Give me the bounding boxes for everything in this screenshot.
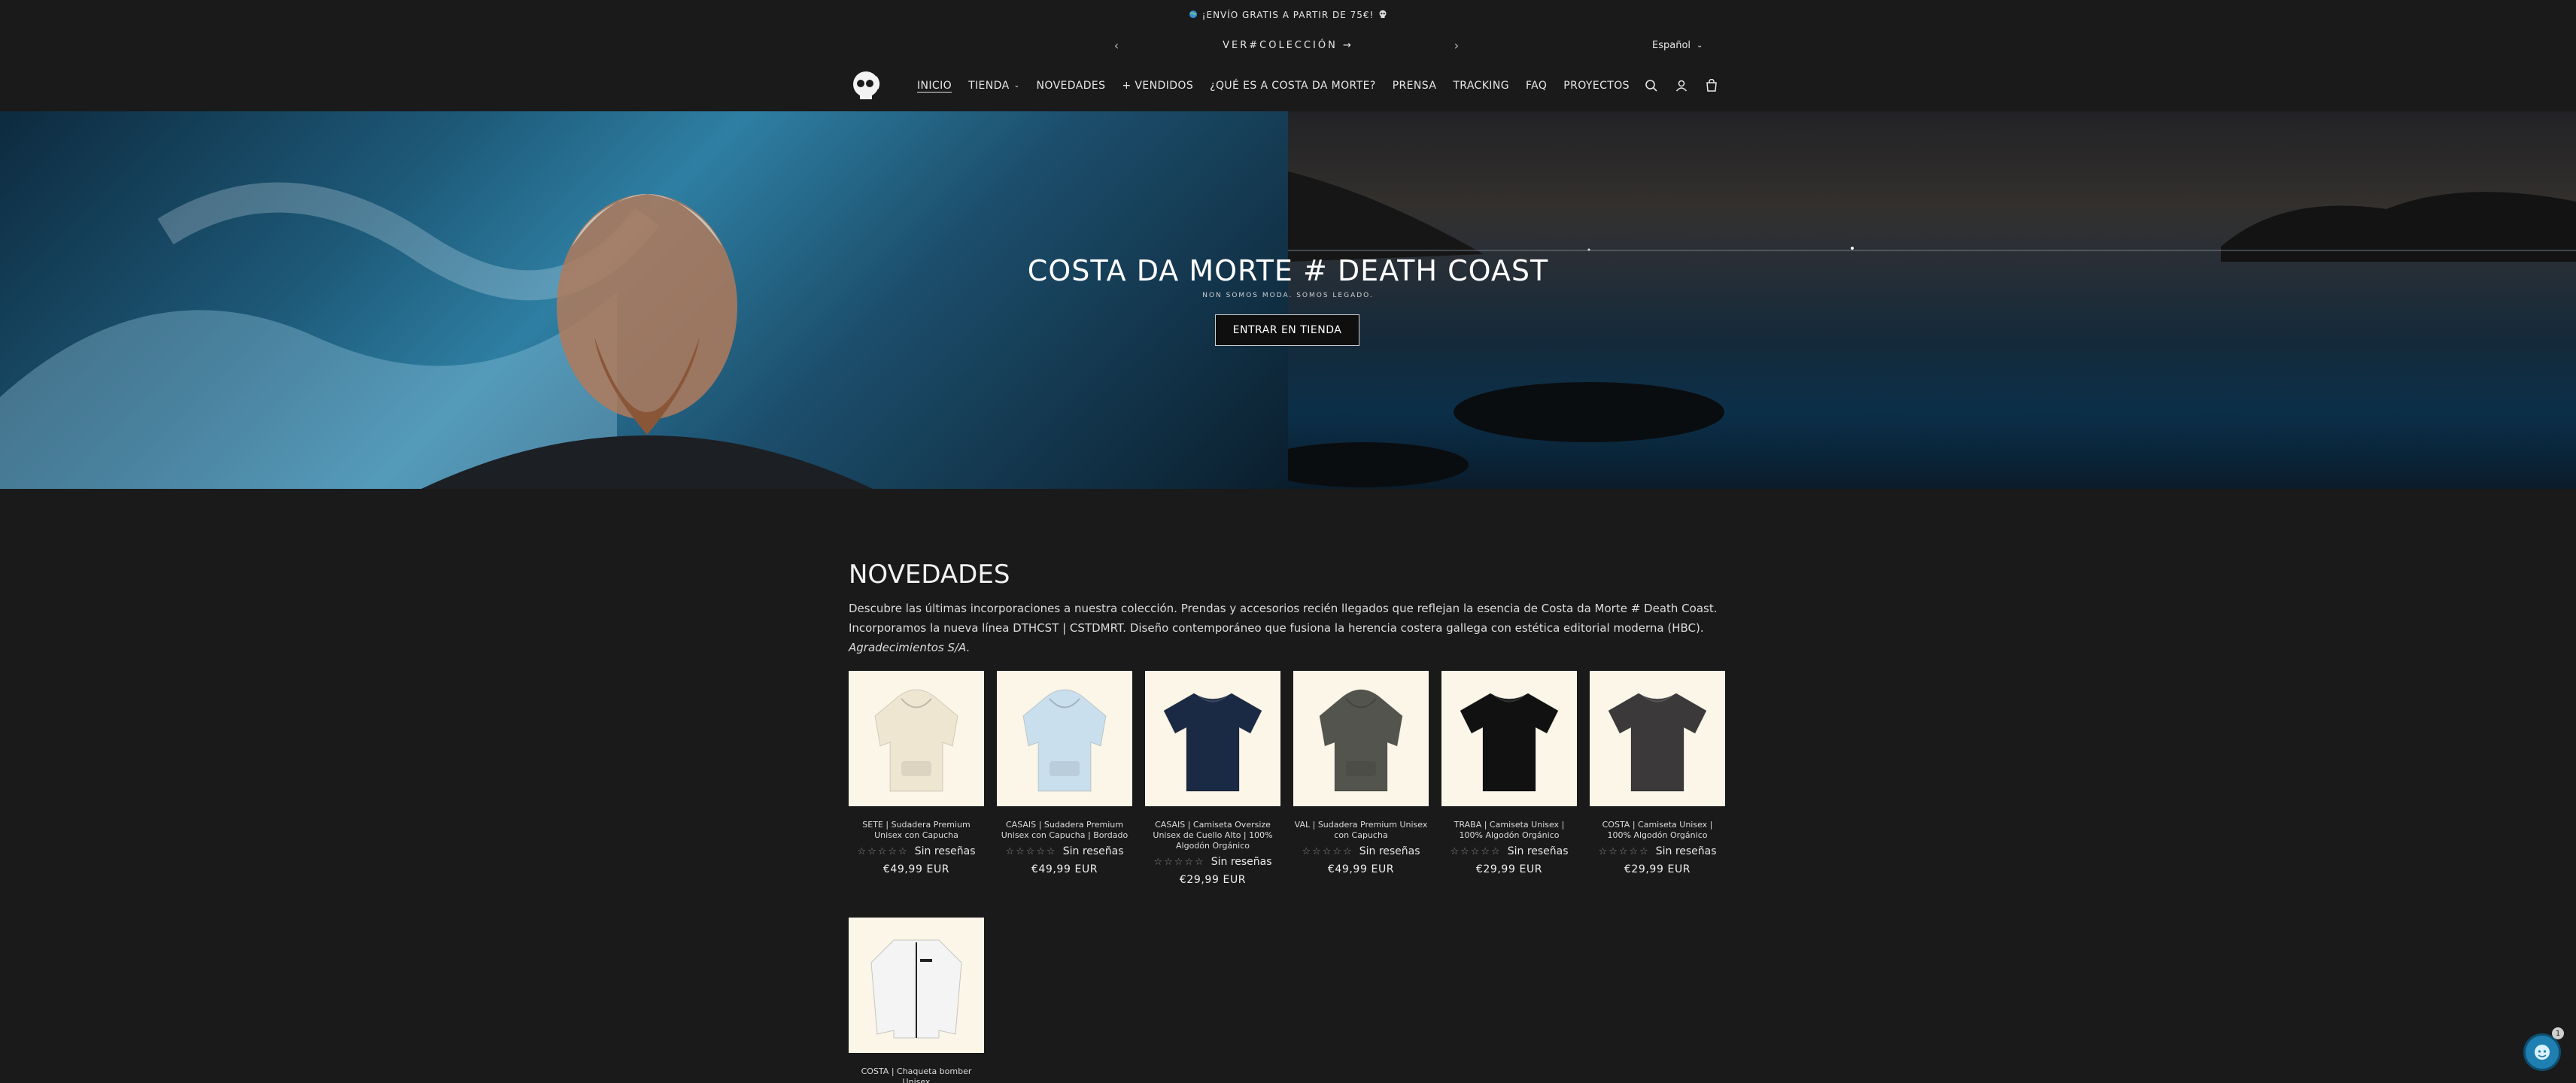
product-image[interactable]	[997, 671, 1132, 806]
hero-banner: COSTA DA MORTE # DEATH COAST NON SOMOS M…	[0, 111, 2576, 489]
hero-title: COSTA DA MORTE # DEATH COAST	[1027, 254, 1549, 287]
product-image[interactable]	[1590, 671, 1725, 806]
product-rating: ☆☆☆☆☆ Sin reseñas	[1441, 845, 1577, 857]
nav-item-tracking[interactable]: TRACKING	[1444, 80, 1517, 92]
product-card[interactable]: COSTA | Chaqueta bomber Unisex	[849, 918, 984, 1083]
section-title: NOVEDADES	[849, 560, 1010, 590]
account-icon[interactable]	[1672, 76, 1691, 96]
search-icon[interactable]	[1642, 76, 1661, 96]
star-rating-icon: ☆☆☆☆☆	[857, 845, 909, 857]
nav-label: PRENSA	[1392, 80, 1437, 92]
product-name[interactable]: CASAIS | Camiseta Oversize Unisex de Cue…	[1145, 820, 1280, 851]
review-count: Sin reseñas	[1359, 845, 1420, 857]
description-line: Descubre las últimas incorporaciones a n…	[849, 602, 1718, 615]
nav-item-proyectos[interactable]: PROYECTOS	[1555, 80, 1638, 92]
page: ¡ENVÍO GRATIS A PARTIR DE 75€! ‹ VER#COL…	[0, 0, 2576, 1083]
product-image[interactable]	[1441, 671, 1577, 806]
product-card[interactable]: VAL | Sudadera Premium Unisex con Capuch…	[1293, 671, 1429, 875]
product-card[interactable]: CASAIS | Camiseta Oversize Unisex de Cue…	[1145, 671, 1280, 886]
nav-label: + VENDIDOS	[1122, 80, 1194, 92]
header-icons	[1642, 75, 1721, 96]
cart-icon[interactable]	[1702, 76, 1721, 96]
star-rating-icon: ☆☆☆☆☆	[1598, 845, 1650, 857]
nav-item-novedades[interactable]: NOVEDADES	[1028, 80, 1114, 92]
nav-label: ¿QUÉ ES A COSTA DA MORTE?	[1210, 80, 1376, 92]
product-image[interactable]	[1145, 671, 1280, 806]
globe-icon	[1189, 10, 1198, 21]
site-header: INICIO TIENDA ⌄ NOVEDADES + VENDIDOS ¿QUÉ…	[0, 60, 2576, 111]
nav-item-inicio[interactable]: INICIO	[909, 80, 960, 92]
hero-image-coast	[1258, 111, 2576, 489]
product-card[interactable]: COSTA | Camiseta Unisex | 100% Algodón O…	[1590, 671, 1725, 875]
product-name[interactable]: VAL | Sudadera Premium Unisex con Capuch…	[1293, 820, 1429, 841]
review-count: Sin reseñas	[1062, 845, 1124, 857]
hero-image-portrait	[0, 111, 1288, 489]
product-image[interactable]	[849, 671, 984, 806]
product-card[interactable]: TRABA | Camiseta Unisex | 100% Algodón O…	[1441, 671, 1577, 875]
nav-item-vendidos[interactable]: + VENDIDOS	[1113, 80, 1201, 92]
logo[interactable]	[849, 68, 883, 102]
product-name[interactable]: CASAIS | Sudadera Premium Unisex con Cap…	[997, 820, 1132, 841]
announcement-text: ¡ENVÍO GRATIS A PARTIR DE 75€!	[1201, 10, 1375, 20]
product-name[interactable]: COSTA | Chaqueta bomber Unisex	[849, 1066, 984, 1083]
product-image[interactable]	[1293, 671, 1429, 806]
product-card[interactable]: CASAIS | Sudadera Premium Unisex con Cap…	[997, 671, 1132, 875]
nav-label: TIENDA	[968, 80, 1010, 92]
hero-subtitle: NON SOMOS MODA. SOMOS LEGADO.	[1202, 292, 1374, 299]
chat-badge: 1	[2552, 1027, 2564, 1039]
chat-icon	[2535, 1045, 2550, 1060]
star-rating-icon: ☆☆☆☆☆	[1450, 845, 1502, 857]
product-name[interactable]: COSTA | Camiseta Unisex | 100% Algodón O…	[1590, 820, 1725, 841]
language-label: Español	[1652, 39, 1691, 51]
enter-store-button[interactable]: ENTRAR EN TIENDA	[1215, 314, 1359, 346]
nav-label: NOVEDADES	[1036, 80, 1106, 92]
review-count: Sin reseñas	[1211, 856, 1272, 868]
nav-label: PROYECTOS	[1563, 80, 1630, 92]
product-rating: ☆☆☆☆☆ Sin reseñas	[997, 845, 1132, 857]
review-count: Sin reseñas	[914, 845, 976, 857]
product-rating: ☆☆☆☆☆ Sin reseñas	[1293, 845, 1429, 857]
chevron-down-icon: ⌄	[1013, 82, 1020, 89]
nav-item-faq[interactable]: FAQ	[1517, 80, 1555, 92]
star-rating-icon: ☆☆☆☆☆	[1005, 845, 1057, 857]
skull-icon	[1378, 10, 1387, 21]
product-price: €49,99 EUR	[1327, 863, 1395, 875]
product-price: €49,99 EUR	[1031, 863, 1098, 875]
product-price: €29,99 EUR	[1179, 874, 1247, 886]
nav-label: INICIO	[917, 80, 952, 92]
nav-item-que-es[interactable]: ¿QUÉ ES A COSTA DA MORTE?	[1201, 80, 1384, 92]
product-name[interactable]: SETE | Sudadera Premium Unisex con Capuc…	[849, 820, 984, 841]
section-description: Descubre las últimas incorporaciones a n…	[849, 599, 1721, 657]
chevron-down-icon: ⌄	[1697, 41, 1703, 50]
chevron-left-icon[interactable]: ‹	[1107, 36, 1125, 54]
product-price: €29,99 EUR	[1624, 863, 1691, 875]
nav-label: FAQ	[1525, 80, 1548, 92]
product-rating: ☆☆☆☆☆ Sin reseñas	[849, 845, 984, 857]
star-rating-icon: ☆☆☆☆☆	[1302, 845, 1353, 857]
description-line: Agradecimientos S/A.	[849, 641, 971, 654]
main-nav: INICIO TIENDA ⌄ NOVEDADES + VENDIDOS ¿QUÉ…	[909, 60, 1638, 111]
product-rating: ☆☆☆☆☆ Sin reseñas	[1590, 845, 1725, 857]
product-card[interactable]: SETE | Sudadera Premium Unisex con Capuc…	[849, 671, 984, 875]
announcement-bar: ¡ENVÍO GRATIS A PARTIR DE 75€!	[0, 0, 2576, 30]
nav-label: TRACKING	[1453, 80, 1509, 92]
view-collection-link[interactable]: VER#COLECCIÓN →	[1159, 36, 1417, 54]
product-price: €29,99 EUR	[1475, 863, 1543, 875]
product-rating: ☆☆☆☆☆ Sin reseñas	[1145, 856, 1280, 868]
product-image[interactable]	[849, 918, 984, 1053]
star-rating-icon: ☆☆☆☆☆	[1153, 856, 1205, 868]
utility-bar: ‹ VER#COLECCIÓN → › Español ⌄	[0, 30, 2576, 60]
description-line: Incorporamos la nueva línea DTHCST | CST…	[849, 621, 1704, 635]
review-count: Sin reseñas	[1655, 845, 1717, 857]
review-count: Sin reseñas	[1507, 845, 1569, 857]
chevron-right-icon[interactable]: ›	[1447, 36, 1466, 54]
product-name[interactable]: TRABA | Camiseta Unisex | 100% Algodón O…	[1441, 820, 1577, 841]
language-selector[interactable]: Español ⌄	[1652, 36, 1703, 54]
nav-item-tienda[interactable]: TIENDA ⌄	[960, 80, 1028, 92]
nav-item-prensa[interactable]: PRENSA	[1384, 80, 1445, 92]
product-price: €49,99 EUR	[882, 863, 950, 875]
